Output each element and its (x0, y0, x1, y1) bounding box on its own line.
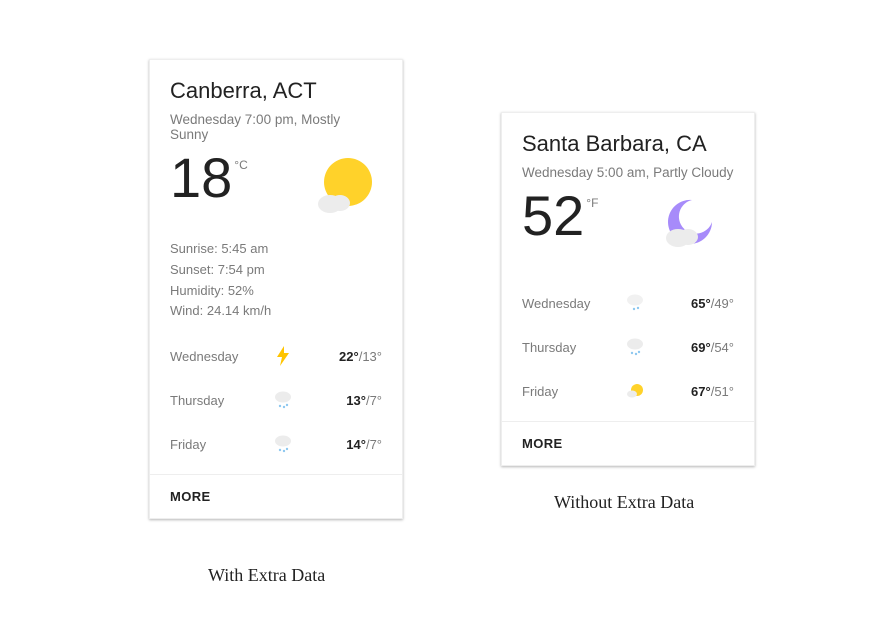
forecast-temps: 67°/51° (672, 384, 734, 399)
wind-label: Wind: (170, 303, 203, 318)
more-button[interactable]: MORE (502, 421, 754, 465)
forecast-day: Friday (170, 437, 270, 452)
forecast-row: Friday 14°/7° (170, 422, 382, 466)
forecast-temps: 13°/7° (320, 393, 382, 408)
forecast-row: Wednesday 65°/49° (522, 281, 734, 325)
humidity-value: 52% (228, 283, 254, 298)
temperature-block: 18 °C (170, 150, 248, 206)
forecast-day: Thursday (170, 393, 270, 408)
rain-icon (270, 434, 296, 454)
forecast-lo: /49° (711, 296, 734, 311)
sunrise-value: 5:45 am (221, 241, 268, 256)
caption-right: Without Extra Data (554, 492, 694, 513)
humidity-row: Humidity: 52% (170, 281, 382, 302)
moon-cloud-icon (660, 188, 730, 263)
forecast-lo: /7° (366, 393, 382, 408)
forecast-temps: 22°/13° (320, 349, 382, 364)
location-title: Canberra, ACT (170, 78, 382, 104)
wind-value: 24.14 km/h (207, 303, 271, 318)
rain-icon (270, 390, 296, 410)
current-weather-row: 52 °F (522, 188, 734, 263)
forecast-hi: 22° (339, 349, 359, 364)
weather-card-right: Santa Barbara, CA Wednesday 5:00 am, Par… (501, 112, 755, 466)
forecast-day: Wednesday (522, 296, 622, 311)
caption-left: With Extra Data (208, 565, 325, 586)
current-temperature: 18 (170, 150, 232, 206)
forecast-hi: 13° (346, 393, 366, 408)
forecast-day: Friday (522, 384, 622, 399)
sunrise-label: Sunrise: (170, 241, 218, 256)
rain-icon (622, 337, 648, 357)
forecast-day: Wednesday (170, 349, 270, 364)
forecast-block: Wednesday 65°/49° Thursday (522, 281, 734, 413)
sunrise-row: Sunrise: 5:45 am (170, 239, 382, 260)
sunset-value: 7:54 pm (218, 262, 265, 277)
forecast-row: Wednesday 22°/13° (170, 334, 382, 378)
forecast-temps: 65°/49° (672, 296, 734, 311)
temperature-block: 52 °F (522, 188, 598, 244)
forecast-temps: 69°/54° (672, 340, 734, 355)
forecast-row: Thursday 69°/54° (522, 325, 734, 369)
rain-light-icon (622, 293, 648, 313)
temperature-unit: °C (234, 158, 247, 172)
forecast-lo: /54° (711, 340, 734, 355)
sun-small-icon (622, 381, 648, 401)
location-title: Santa Barbara, CA (522, 131, 734, 157)
forecast-lo: /7° (366, 437, 382, 452)
forecast-hi: 69° (691, 340, 711, 355)
forecast-row: Thursday 13°/7° (170, 378, 382, 422)
extra-data-block: Sunrise: 5:45 am Sunset: 7:54 pm Humidit… (170, 239, 382, 322)
sunset-label: Sunset: (170, 262, 214, 277)
forecast-hi: 65° (691, 296, 711, 311)
bolt-icon (270, 346, 296, 366)
time-and-condition: Wednesday 7:00 pm, Mostly Sunny (170, 112, 382, 142)
wind-row: Wind: 24.14 km/h (170, 301, 382, 322)
forecast-hi: 67° (691, 384, 711, 399)
card-body: Canberra, ACT Wednesday 7:00 pm, Mostly … (150, 60, 402, 474)
time-and-condition: Wednesday 5:00 am, Partly Cloudy (522, 165, 734, 180)
forecast-day: Thursday (522, 340, 622, 355)
more-button[interactable]: MORE (150, 474, 402, 518)
forecast-block: Wednesday 22°/13° Thursday (170, 334, 382, 466)
current-temperature: 52 (522, 188, 584, 244)
forecast-temps: 14°/7° (320, 437, 382, 452)
humidity-label: Humidity: (170, 283, 224, 298)
sunset-row: Sunset: 7:54 pm (170, 260, 382, 281)
card-body: Santa Barbara, CA Wednesday 5:00 am, Par… (502, 113, 754, 421)
forecast-lo: /13° (359, 349, 382, 364)
current-weather-row: 18 °C (170, 150, 382, 225)
forecast-row: Friday 67°/51° (522, 369, 734, 413)
forecast-lo: /51° (711, 384, 734, 399)
forecast-hi: 14° (346, 437, 366, 452)
weather-card-left: Canberra, ACT Wednesday 7:00 pm, Mostly … (149, 59, 403, 519)
temperature-unit: °F (586, 196, 598, 210)
sun-cloud-icon (308, 150, 378, 225)
